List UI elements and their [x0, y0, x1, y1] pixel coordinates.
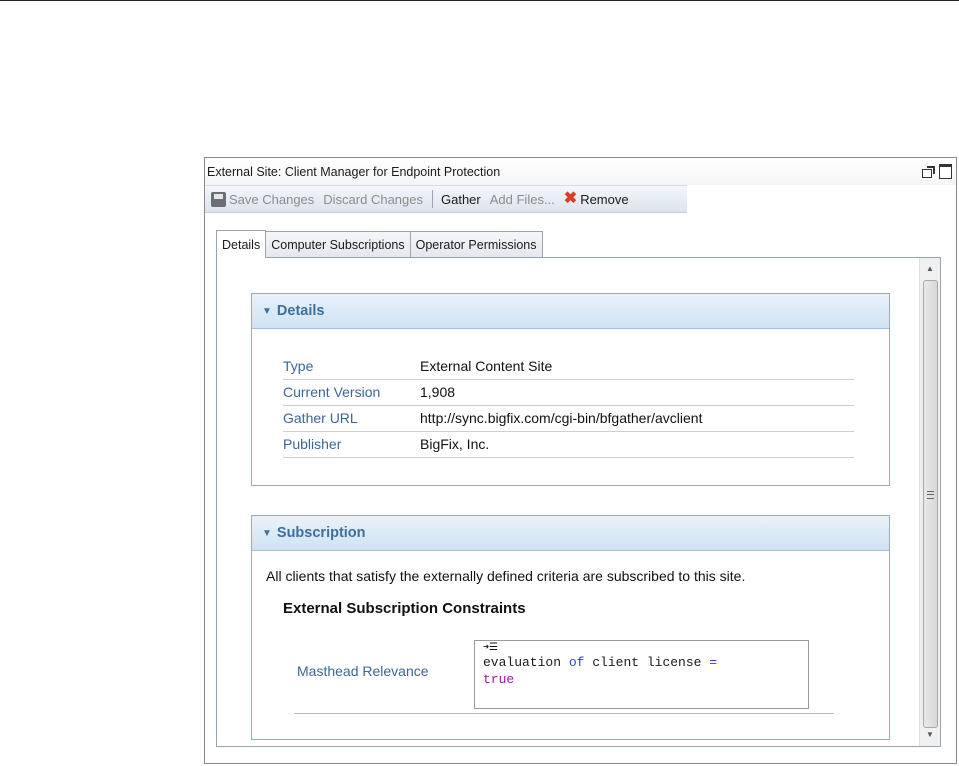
- window-titlebar: External Site: Client Manager for Endpoi…: [205, 158, 956, 185]
- vertical-scrollbar[interactable]: ▲ ▼: [919, 258, 940, 746]
- detail-row-current-version: Current Version 1,908: [283, 380, 854, 406]
- subscription-heading: Subscription: [276, 525, 366, 541]
- detail-value: http://sync.bigfix.com/cgi-bin/bfgather/…: [420, 410, 703, 426]
- save-changes-button[interactable]: Save Changes: [211, 191, 315, 207]
- remove-button[interactable]: ✖ Remove: [563, 190, 629, 207]
- save-changes-label: Save Changes: [229, 191, 315, 207]
- collapse-triangle-icon: ▼: [262, 305, 272, 317]
- scroll-up-arrow-icon[interactable]: ▲: [920, 260, 940, 278]
- site-window: External Site: Client Manager for Endpoi…: [204, 157, 957, 764]
- collapse-triangle-icon: ▼: [262, 527, 272, 539]
- masthead-relevance-box: ➜☰ evaluation of client license = true: [474, 640, 809, 709]
- scrollbar-thumb[interactable]: [923, 280, 938, 728]
- window-title: External Site: Client Manager for Endpoi…: [207, 164, 501, 179]
- top-divider: [0, 0, 959, 1]
- maximize-icon[interactable]: [939, 164, 952, 179]
- detail-row-gather-url: Gather URL http://sync.bigfix.com/cgi-bi…: [283, 406, 854, 432]
- detail-value: 1,908: [420, 384, 456, 400]
- remove-x-icon: ✖: [563, 190, 578, 207]
- tab-details[interactable]: Details: [216, 230, 267, 258]
- toolbar-separator: [432, 190, 433, 208]
- gather-button[interactable]: Gather: [441, 192, 481, 207]
- details-panel-header[interactable]: ▼ Details: [252, 294, 889, 329]
- scroll-down-arrow-icon[interactable]: ▼: [920, 726, 940, 744]
- details-panel: ▼ Details Type External Content Site Cur…: [251, 293, 890, 486]
- tab-strip: Details Computer Subscriptions Operator …: [216, 230, 543, 258]
- discard-changes-label: Discard Changes: [323, 191, 423, 207]
- grip-icon: [927, 491, 934, 499]
- discard-changes-button[interactable]: Discard Changes: [323, 192, 423, 207]
- subscription-panel: ▼ Subscription All clients that satisfy …: [251, 515, 890, 740]
- masthead-divider: [294, 713, 834, 714]
- relevance-line-1: evaluation of client license =: [483, 655, 718, 670]
- detail-label: Type: [283, 358, 314, 374]
- relevance-wrap-icon: ➜☰: [483, 643, 498, 654]
- title-icons: [921, 164, 952, 179]
- remove-label: Remove: [580, 191, 629, 207]
- add-files-button[interactable]: Add Files...: [490, 192, 555, 207]
- gather-label: Gather: [441, 191, 481, 207]
- add-files-label: Add Files...: [489, 191, 555, 207]
- detail-value: External Content Site: [420, 358, 553, 374]
- tab-content: ▼ Details Type External Content Site Cur…: [216, 257, 941, 747]
- detail-row-publisher: Publisher BigFix, Inc.: [283, 432, 854, 458]
- detail-label: Publisher: [283, 436, 342, 452]
- subscription-panel-header[interactable]: ▼ Subscription: [252, 516, 889, 551]
- subscription-description: All clients that satisfy the externally …: [266, 568, 746, 584]
- detail-row-type: Type External Content Site: [283, 354, 854, 380]
- relevance-line-2: true: [483, 672, 515, 687]
- detail-label: Gather URL: [283, 410, 358, 426]
- details-heading: Details: [276, 303, 325, 319]
- save-icon: [211, 191, 226, 207]
- constraints-heading: External Subscription Constraints: [283, 600, 526, 617]
- undock-icon[interactable]: [921, 165, 935, 178]
- tab-operator-permissions[interactable]: Operator Permissions: [409, 231, 543, 257]
- masthead-relevance-label: Masthead Relevance: [297, 663, 429, 679]
- detail-value: BigFix, Inc.: [420, 436, 490, 452]
- detail-label: Current Version: [283, 384, 381, 400]
- toolbar: Save Changes Discard Changes Gather Add …: [205, 185, 687, 213]
- tab-computer-subscriptions[interactable]: Computer Subscriptions: [265, 231, 411, 257]
